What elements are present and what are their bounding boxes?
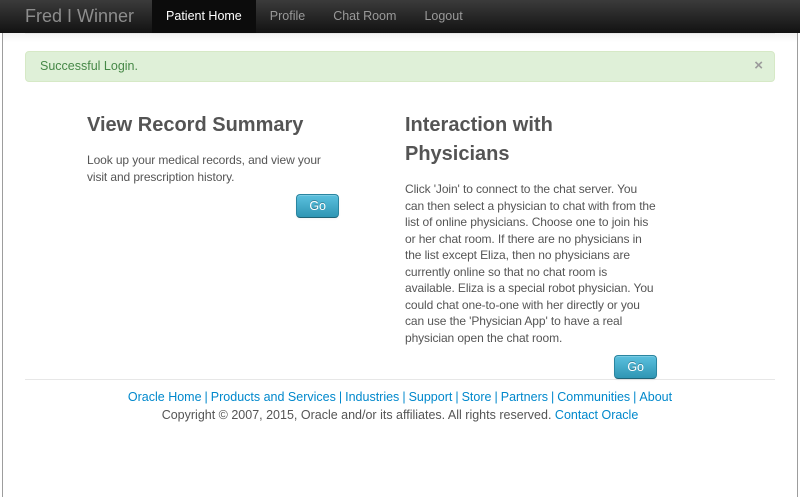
footer-link-support[interactable]: Support xyxy=(409,390,453,404)
navbar: Fred I Winner Patient Home Profile Chat … xyxy=(0,0,800,33)
footer-link-partners[interactable]: Partners xyxy=(501,390,548,404)
footer-divider xyxy=(25,379,775,380)
separator: | xyxy=(204,390,208,404)
footer-links: Oracle Home | Products and Services | Indust… xyxy=(25,389,775,405)
go-button-physician-chat[interactable]: Go xyxy=(614,355,657,379)
footer-link-communities[interactable]: Communities xyxy=(557,390,630,404)
footer-link-store[interactable]: Store xyxy=(462,390,492,404)
alert-message: Successful Login. xyxy=(40,59,138,73)
footer-link-oracle-home[interactable]: Oracle Home xyxy=(128,390,202,404)
page-frame: Successful Login. × View Record Summary … xyxy=(2,33,798,497)
success-alert: Successful Login. × xyxy=(25,51,775,82)
section-body: Click 'Join' to connect to the chat serv… xyxy=(405,182,656,345)
alert-close-icon[interactable]: × xyxy=(754,58,763,73)
copyright-text: Copyright © 2007, 2015, Oracle and/or it… xyxy=(161,408,552,422)
separator: | xyxy=(633,390,637,404)
footer-link-about[interactable]: About xyxy=(639,390,672,404)
section-body: Look up your medical records, and view y… xyxy=(87,153,321,184)
section-view-record-summary: View Record Summary Look up your medical… xyxy=(87,111,339,379)
separator: | xyxy=(402,390,406,404)
button-row: Go xyxy=(87,194,339,218)
nav-item-chat-room[interactable]: Chat Room xyxy=(319,0,410,33)
top-divider xyxy=(25,33,775,34)
button-row: Go xyxy=(405,355,657,379)
separator: | xyxy=(455,390,459,404)
footer: Oracle Home | Products and Services | Indust… xyxy=(25,389,775,423)
footer-link-products-and-services[interactable]: Products and Services xyxy=(211,390,336,404)
separator: | xyxy=(550,390,555,404)
nav-item-patient-home[interactable]: Patient Home xyxy=(152,0,256,33)
nav-item-profile[interactable]: Profile xyxy=(256,0,319,33)
separator: | xyxy=(494,390,498,404)
section-interaction-with-physicians: Interaction with Physicians Click 'Join'… xyxy=(405,111,657,379)
section-title: Interaction with Physicians xyxy=(405,114,553,165)
nav-menu: Patient Home Profile Chat Room Logout xyxy=(152,0,477,33)
go-button-record-summary[interactable]: Go xyxy=(296,194,339,218)
sections-row: View Record Summary Look up your medical… xyxy=(25,111,775,379)
brand[interactable]: Fred I Winner xyxy=(0,0,152,33)
separator: | xyxy=(338,390,343,404)
page-content: Successful Login. × View Record Summary … xyxy=(3,33,797,423)
contact-oracle-link[interactable]: Contact Oracle xyxy=(555,408,638,422)
footer-copyright: Copyright © 2007, 2015, Oracle and/or it… xyxy=(25,407,775,423)
section-title: View Record Summary xyxy=(87,114,304,136)
footer-link-industries[interactable]: Industries xyxy=(345,390,399,404)
nav-item-logout[interactable]: Logout xyxy=(410,0,476,33)
